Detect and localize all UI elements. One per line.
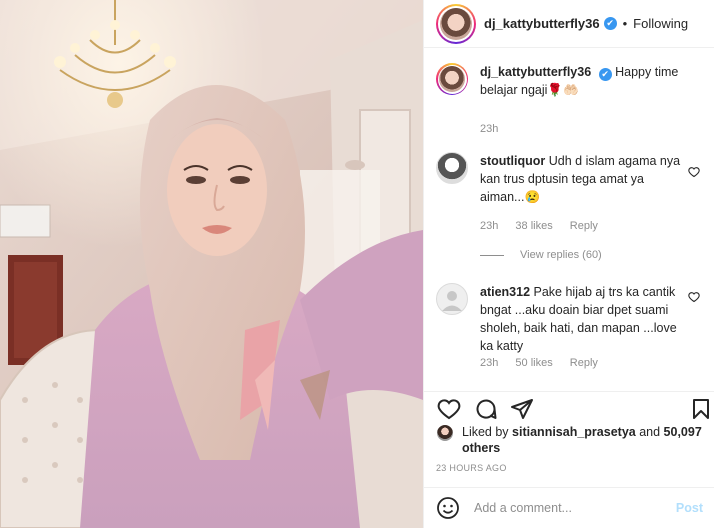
comment-username[interactable]: stoutliquor [480, 154, 545, 168]
author-avatar[interactable] [436, 3, 476, 44]
comment-icon[interactable] [474, 397, 498, 421]
caption-avatar[interactable] [436, 63, 468, 95]
comment-like-heart-icon[interactable] [688, 291, 700, 303]
caption-meta: 23h [480, 123, 512, 135]
share-icon[interactable] [510, 397, 534, 421]
comment-input[interactable] [474, 501, 676, 515]
post-photo[interactable] [0, 0, 423, 528]
commenter-avatar[interactable] [436, 283, 468, 315]
likes-text: Liked by sitiannisah_prasetya and 50,097… [462, 424, 702, 456]
commenter-avatar[interactable] [436, 152, 468, 184]
likes-prefix: Liked by [462, 425, 509, 439]
comment-time[interactable]: 23h [480, 357, 498, 369]
comment-username[interactable]: atien312 [480, 285, 530, 299]
caption-username[interactable]: dj_kattybutterfly36 [480, 65, 591, 79]
post-timestamp[interactable]: 23 HOURS AGO [436, 463, 507, 473]
reply-button[interactable]: Reply [570, 357, 598, 369]
action-bar [424, 391, 714, 421]
view-replies-button[interactable]: View replies (60) [480, 249, 602, 261]
view-replies-label: View replies (60) [520, 249, 602, 261]
author-username[interactable]: dj_kattybutterfly36 [484, 16, 600, 31]
comment-likes[interactable]: 38 likes [515, 220, 552, 232]
caption-time[interactable]: 23h [480, 123, 498, 135]
verified-badge-icon: ✔ [603, 17, 617, 30]
caption-verified-icon: ✔ [598, 68, 612, 81]
following-button[interactable]: Following [633, 16, 688, 31]
comment-body: stoutliquor Udh d islam agama nya kan tr… [480, 152, 685, 206]
likes-and: and [639, 425, 661, 439]
comment-body: atien312 Pake hijab aj trs ka cantik bng… [480, 283, 685, 355]
comment-meta: 23h 38 likes Reply [480, 220, 612, 232]
comment-like-heart-icon[interactable] [688, 166, 700, 178]
default-avatar-icon [442, 291, 462, 311]
liker-avatar[interactable] [436, 424, 454, 442]
post-header: dj_kattybutterfly36 ✔ • Following [424, 0, 714, 48]
emoji-icon[interactable] [436, 496, 460, 520]
comments-list[interactable]: dj_kattybutterfly36 ✔ Happy time belajar… [424, 49, 714, 391]
comment-likes[interactable]: 50 likes [515, 357, 552, 369]
caption-body: dj_kattybutterfly36 ✔ Happy time belajar… [480, 63, 685, 99]
comment-composer: Post [424, 487, 714, 528]
post-detail-panel: dj_kattybutterfly36 ✔ • Following dj_kat… [423, 0, 714, 528]
post-button[interactable]: Post [676, 501, 703, 515]
reply-button[interactable]: Reply [570, 220, 598, 232]
liker-username[interactable]: sitiannisah_prasetya [512, 425, 636, 439]
view-replies-line [480, 254, 504, 256]
comment-meta: 23h 50 likes Reply [480, 357, 612, 369]
header-separator: • [622, 16, 628, 31]
heart-icon[interactable] [437, 397, 461, 421]
comment-time[interactable]: 23h [480, 220, 498, 232]
bookmark-icon[interactable] [689, 397, 713, 421]
photo-illustration [0, 0, 423, 528]
